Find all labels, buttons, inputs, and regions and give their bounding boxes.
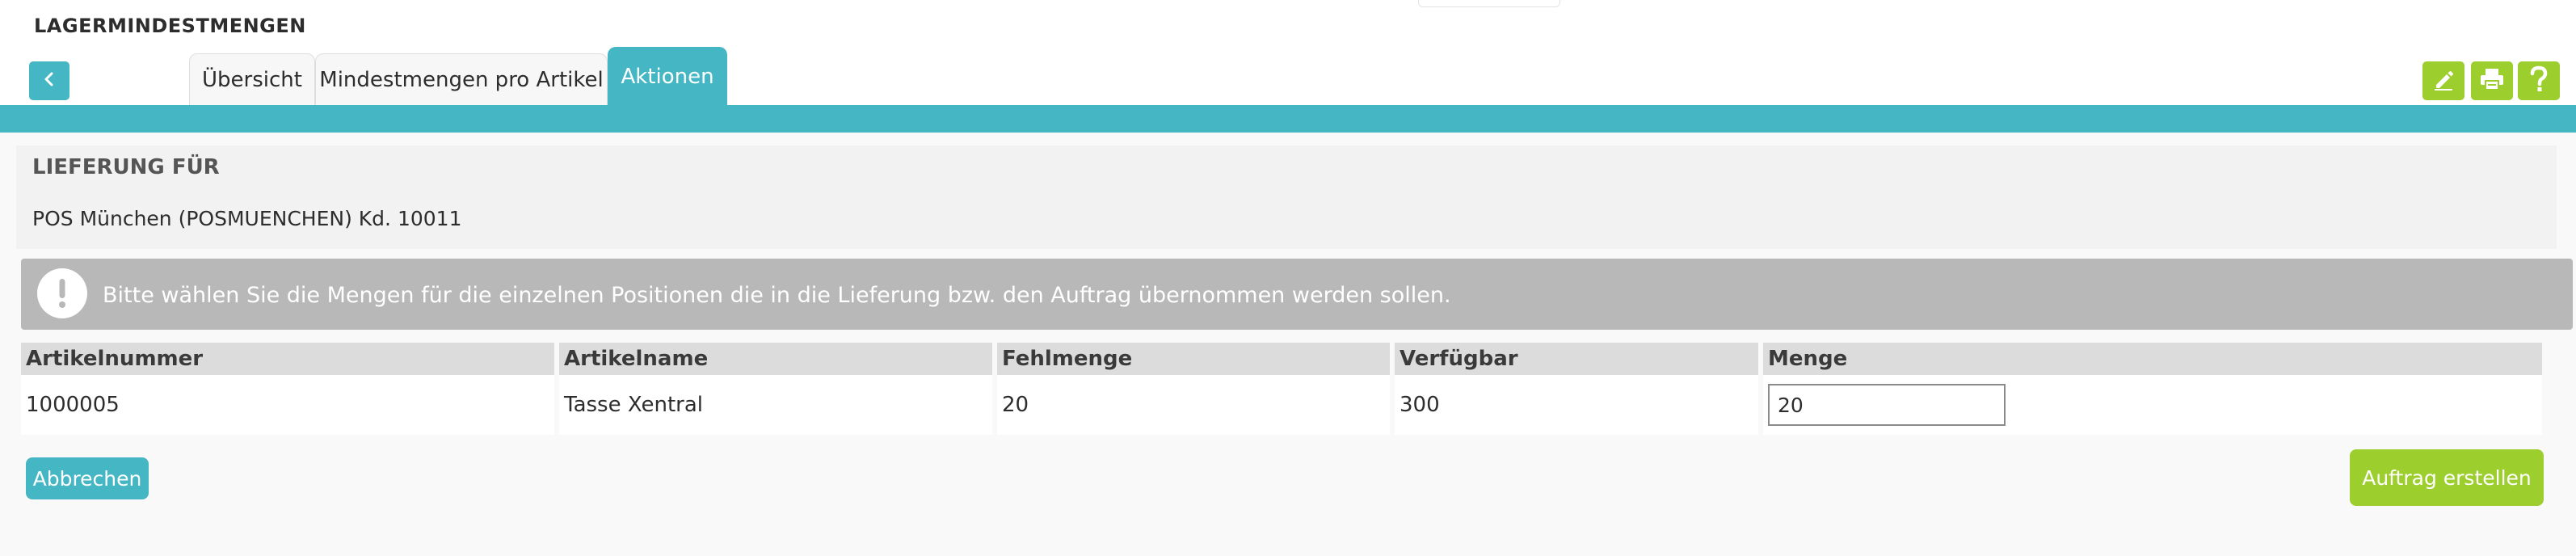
back-button[interactable] [29, 61, 69, 100]
help-button[interactable] [2518, 61, 2560, 100]
delivery-customer: POS München (POSMUENCHEN) Kd. 10011 [32, 207, 462, 230]
help-icon [2529, 65, 2549, 96]
menge-input[interactable] [1768, 384, 2006, 426]
column-header-menge[interactable]: Menge [1763, 343, 2542, 375]
column-header-artikelnummer[interactable]: Artikelnummer [21, 343, 554, 375]
cell-menge [1763, 375, 2542, 435]
table-row: 1000005 Tasse Xentral 20 300 [21, 375, 2542, 435]
delivery-title: LIEFERUNG FÜR [32, 155, 220, 179]
top-handle[interactable] [1418, 0, 1560, 7]
pencil-icon [2431, 67, 2456, 95]
cell-artikelname: Tasse Xentral [559, 375, 992, 435]
tab-mindestmengen-pro-artikel[interactable]: Mindestmengen pro Artikel [315, 53, 608, 105]
tab-underline-bar [0, 105, 2576, 133]
create-order-button[interactable]: Auftrag erstellen [2350, 449, 2544, 506]
cell-verfuegbar: 300 [1395, 375, 1758, 435]
positions-table: Artikelnummer Artikelname Fehlmenge Verf… [16, 343, 2547, 435]
page-title: LAGERMINDESTMENGEN [34, 15, 306, 37]
column-header-artikelname[interactable]: Artikelname [559, 343, 992, 375]
exclamation-icon [37, 268, 87, 318]
delivery-section [16, 145, 2557, 249]
cell-fehlmenge: 20 [997, 375, 1390, 435]
printer-icon [2479, 67, 2505, 95]
edit-button[interactable] [2422, 61, 2464, 100]
tab-aktionen[interactable]: Aktionen [608, 47, 727, 105]
column-header-fehlmenge[interactable]: Fehlmenge [997, 343, 1390, 375]
info-message: Bitte wählen Sie die Mengen für die einz… [103, 283, 1451, 308]
cell-artikelnummer: 1000005 [21, 375, 554, 435]
print-button[interactable] [2471, 61, 2513, 100]
chevron-left-icon [40, 70, 58, 91]
cancel-button[interactable]: Abbrechen [26, 457, 149, 499]
tab-uebersicht[interactable]: Übersicht [189, 53, 315, 105]
column-header-verfuegbar[interactable]: Verfügbar [1395, 343, 1758, 375]
